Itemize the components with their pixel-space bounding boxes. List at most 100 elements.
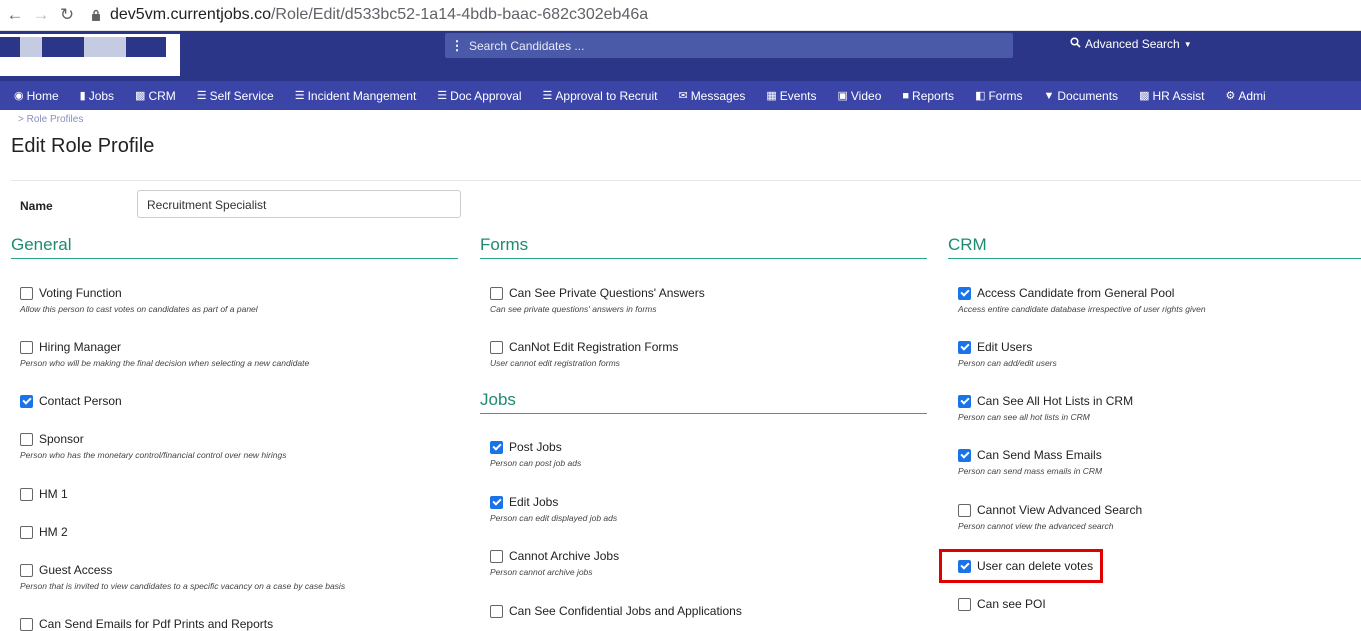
- nav-hr-assist[interactable]: ▩ HR Assist: [1139, 81, 1204, 110]
- reload-icon[interactable]: ↻: [54, 2, 80, 28]
- search-icon: [1070, 37, 1081, 51]
- nav-self-service[interactable]: ☰ Self Service: [197, 81, 274, 110]
- home-icon: ◉: [14, 90, 24, 102]
- checkbox-checked[interactable]: [490, 440, 503, 454]
- more-vertical-icon[interactable]: ⋮: [445, 38, 469, 54]
- checkbox-checked[interactable]: [20, 394, 33, 408]
- permission-hm1[interactable]: HM 1: [20, 487, 68, 501]
- permission-guest-access[interactable]: Guest Access Person that is invited to v…: [20, 563, 345, 591]
- checkbox[interactable]: [490, 604, 503, 618]
- permission-description: Person can edit displayed job ads: [490, 513, 618, 523]
- checkbox-checked[interactable]: [958, 340, 971, 354]
- permission-description: Allow this person to cast votes on candi…: [20, 304, 258, 314]
- permission-see-hot-lists[interactable]: Can See All Hot Lists in CRM Person can …: [958, 394, 1133, 422]
- nav-incident-mangement[interactable]: ☰ Incident Mangement: [295, 81, 417, 110]
- nav-documents[interactable]: ▼ Documents: [1043, 81, 1118, 110]
- calendar-icon: ▦: [766, 90, 777, 102]
- checkbox[interactable]: [20, 340, 33, 354]
- nav-messages[interactable]: ✉ Messages: [678, 81, 745, 110]
- nav-reports[interactable]: ■ Reports: [902, 81, 954, 110]
- permission-label: Cannot Archive Jobs: [509, 549, 620, 563]
- checkbox[interactable]: [20, 525, 33, 539]
- permission-can-send-emails-pdf[interactable]: Can Send Emails for Pdf Prints and Repor…: [20, 617, 273, 631]
- permission-label: Post Jobs: [509, 440, 562, 454]
- checkbox[interactable]: [490, 549, 503, 563]
- permission-see-poi[interactable]: Can see POI: [958, 597, 1046, 611]
- permission-hm2[interactable]: HM 2: [20, 525, 68, 539]
- nav-approval-to-recruit[interactable]: ☰ Approval to Recruit: [543, 81, 658, 110]
- checkbox[interactable]: [490, 286, 503, 300]
- nav-label: Video: [850, 88, 882, 103]
- document-icon: ◧: [975, 90, 986, 102]
- permission-hiring-manager[interactable]: Hiring Manager Person who will be making…: [20, 340, 309, 368]
- filter-icon: ▼: [1043, 89, 1055, 102]
- nav-crm[interactable]: ▩ CRM: [135, 81, 176, 110]
- search-input[interactable]: Search Candidates ...: [469, 39, 584, 53]
- checkbox[interactable]: [20, 617, 33, 631]
- breadcrumb-role-profiles[interactable]: Role Profiles: [27, 114, 84, 125]
- permission-label: Access Candidate from General Pool: [977, 286, 1175, 300]
- url-text[interactable]: dev5vm.currentjobs.co/Role/Edit/d533bc52…: [110, 6, 648, 24]
- nav-doc-approval[interactable]: ☰ Doc Approval: [437, 81, 521, 110]
- permission-send-mass-emails[interactable]: Can Send Mass Emails Person can send mas…: [958, 448, 1102, 476]
- nav-jobs[interactable]: ▮ Jobs: [80, 81, 114, 110]
- permission-description: Can see private questions' answers in fo…: [490, 304, 657, 314]
- back-arrow-icon[interactable]: ←: [2, 2, 28, 28]
- permission-label: Contact Person: [39, 394, 122, 408]
- url-domain: dev5vm.currentjobs.co: [110, 6, 271, 23]
- permission-cannot-view-advanced-search[interactable]: Cannot View Advanced Search Person canno…: [958, 503, 1142, 531]
- list-icon: ☰: [196, 90, 207, 102]
- checkbox[interactable]: [20, 286, 33, 300]
- permission-cannot-archive-jobs[interactable]: Cannot Archive Jobs Person cannot archiv…: [490, 549, 619, 577]
- checkbox[interactable]: [958, 503, 971, 517]
- nav-label: HR Assist: [1152, 88, 1205, 103]
- nav-video[interactable]: ▣ Video: [837, 81, 881, 110]
- checkbox[interactable]: [20, 563, 33, 577]
- divider: [11, 180, 1361, 181]
- permission-see-private-answers[interactable]: Can See Private Questions' Answers Can s…: [490, 286, 705, 314]
- checkbox[interactable]: [958, 597, 971, 611]
- nav-events[interactable]: ▦ Events: [766, 81, 816, 110]
- page-title: Edit Role Profile: [11, 135, 155, 157]
- breadcrumb[interactable]: > Role Profiles: [18, 114, 83, 125]
- nav-label: Approval to Recruit: [555, 88, 658, 103]
- checkbox-checked[interactable]: [958, 448, 971, 462]
- name-field[interactable]: Recruitment Specialist: [137, 190, 461, 218]
- permission-delete-votes[interactable]: User can delete votes: [958, 559, 1093, 573]
- permission-voting-function[interactable]: Voting Function Allow this person to cas…: [20, 286, 258, 314]
- checkbox[interactable]: [20, 432, 33, 446]
- section-title-jobs: Jobs: [480, 390, 927, 414]
- checkbox-checked[interactable]: [490, 495, 503, 509]
- checkbox-checked[interactable]: [958, 286, 971, 300]
- permission-edit-users[interactable]: Edit Users Person can add/edit users: [958, 340, 1057, 368]
- top-header: ⋮ Search Candidates ... Advanced Search …: [0, 31, 1361, 81]
- checkbox-checked[interactable]: [958, 559, 971, 573]
- section-forms: Forms: [480, 235, 927, 259]
- permission-contact-person[interactable]: Contact Person: [20, 394, 122, 408]
- permission-post-jobs[interactable]: Post Jobs Person can post job ads: [490, 440, 581, 468]
- permission-label: Hiring Manager: [39, 340, 122, 354]
- permission-see-confidential-jobs[interactable]: Can See Confidential Jobs and Applicatio…: [490, 604, 742, 618]
- checkbox-checked[interactable]: [958, 394, 971, 408]
- company-logo[interactable]: [0, 34, 180, 76]
- permission-access-general-pool[interactable]: Access Candidate from General Pool Acces…: [958, 286, 1206, 314]
- nav-forms[interactable]: ◧ Forms: [975, 81, 1022, 110]
- checkbox[interactable]: [20, 487, 33, 501]
- nav-admin[interactable]: ⚙ Admi: [1225, 81, 1265, 110]
- checkbox[interactable]: [490, 340, 503, 354]
- permission-description: Person can post job ads: [490, 458, 582, 468]
- forward-arrow-icon[interactable]: →: [28, 2, 54, 28]
- advanced-search-dropdown[interactable]: Advanced Search ▼: [1070, 37, 1192, 51]
- candidate-search[interactable]: ⋮ Search Candidates ...: [445, 33, 1013, 58]
- report-icon: ■: [902, 89, 910, 102]
- list-icon: ☰: [542, 90, 553, 102]
- nav-home[interactable]: ◉ Home: [14, 81, 59, 110]
- section-general: General: [11, 235, 458, 259]
- permission-description: Person cannot archive jobs: [490, 567, 593, 577]
- permission-cannot-edit-registration-forms[interactable]: CanNot Edit Registration Forms User cann…: [490, 340, 678, 368]
- name-label: Name: [20, 199, 53, 213]
- permission-edit-jobs[interactable]: Edit Jobs Person can edit displayed job …: [490, 495, 617, 523]
- permission-sponsor[interactable]: Sponsor Person who has the monetary cont…: [20, 432, 286, 460]
- nav-label: Incident Mangement: [307, 88, 417, 103]
- main-nav: ◉ Home ▮ Jobs ▩ CRM ☰ Self Service ☰ Incident…: [0, 81, 1361, 110]
